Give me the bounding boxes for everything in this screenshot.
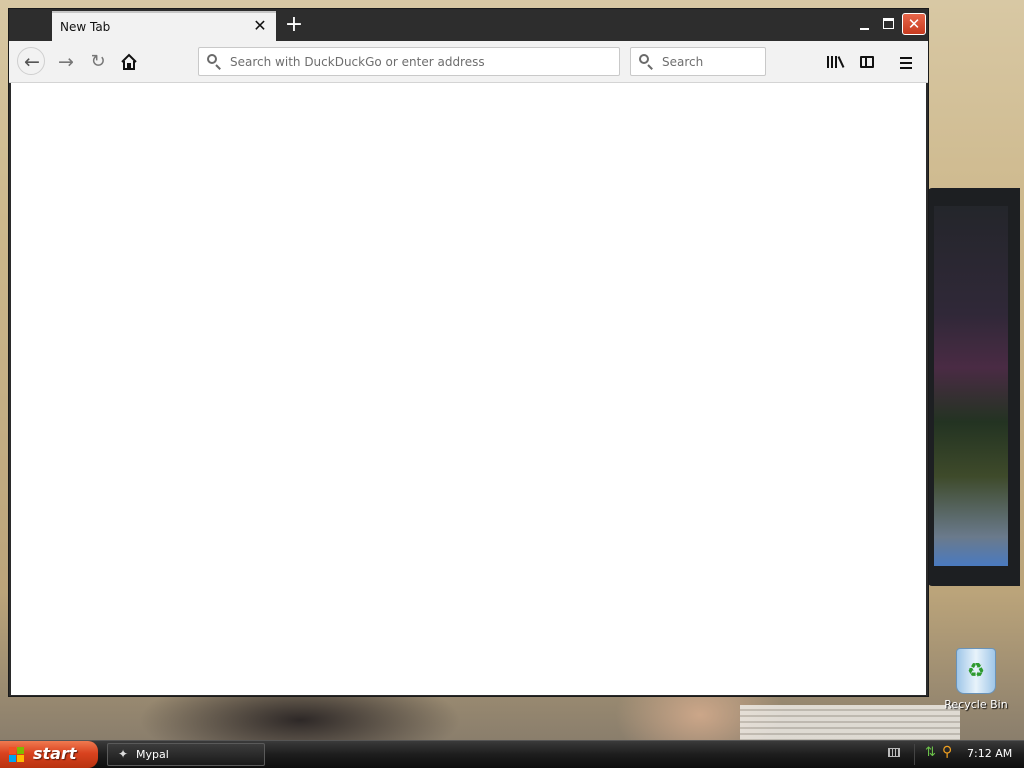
address-input[interactable] bbox=[230, 48, 610, 75]
mypal-app-icon: ✦ bbox=[118, 747, 129, 761]
close-window-button[interactable]: ✕ bbox=[902, 13, 926, 35]
network-icon[interactable]: ⇅ bbox=[925, 745, 936, 760]
search-input[interactable] bbox=[662, 48, 758, 75]
recycle-bin-label: Recycle Bin bbox=[944, 698, 1008, 711]
keyboard-icon[interactable] bbox=[888, 748, 900, 757]
address-bar[interactable] bbox=[198, 47, 620, 76]
recycle-arrows-icon: ♻ bbox=[967, 658, 985, 682]
start-button[interactable]: start bbox=[0, 741, 98, 768]
forward-button[interactable]: → bbox=[53, 49, 79, 75]
taskbar-item-label: Mypal bbox=[136, 748, 169, 761]
new-tab-button[interactable]: + bbox=[282, 13, 306, 37]
sidebar-button[interactable] bbox=[854, 49, 880, 75]
system-tray: ⇅ ⚲ 7:12 AM bbox=[880, 741, 1024, 768]
taskbar-item-mypal[interactable]: ✦ Mypal bbox=[107, 743, 265, 766]
wallpaper-monitor bbox=[928, 188, 1020, 586]
library-button[interactable] bbox=[821, 49, 847, 75]
search-tray-icon[interactable]: ⚲ bbox=[942, 744, 952, 760]
start-label: start bbox=[33, 744, 77, 763]
windows-flag-icon bbox=[9, 747, 25, 763]
tab-new-tab[interactable]: New Tab ✕ bbox=[52, 11, 276, 41]
home-button[interactable] bbox=[116, 49, 142, 75]
search-bar[interactable] bbox=[630, 47, 766, 76]
page-content[interactable] bbox=[11, 83, 926, 695]
recycle-bin[interactable]: ♻ Recycle Bin bbox=[944, 646, 1008, 716]
maximize-button[interactable] bbox=[878, 13, 900, 35]
close-tab-icon[interactable]: ✕ bbox=[250, 16, 270, 36]
search-icon bbox=[207, 54, 221, 70]
search-icon bbox=[639, 54, 653, 70]
menu-button[interactable] bbox=[893, 49, 919, 75]
taskbar: start ✦ Mypal ⇅ ⚲ 7:12 AM bbox=[0, 740, 1024, 768]
wallpaper-detail bbox=[740, 705, 960, 740]
arrow-right-icon: → bbox=[58, 51, 74, 73]
tab-title: New Tab bbox=[60, 20, 111, 34]
navigation-toolbar: ← → ↻ bbox=[9, 41, 928, 83]
titlebar: New Tab ✕ + ✕ bbox=[9, 9, 928, 41]
back-button[interactable]: ← bbox=[17, 47, 45, 75]
reload-button[interactable]: ↻ bbox=[85, 49, 111, 75]
clock[interactable]: 7:12 AM bbox=[967, 747, 1012, 760]
minimize-button[interactable] bbox=[854, 13, 876, 35]
home-icon bbox=[121, 53, 137, 70]
reload-icon: ↻ bbox=[90, 51, 106, 72]
browser-window: New Tab ✕ + ✕ ← → ↻ bbox=[8, 8, 929, 697]
